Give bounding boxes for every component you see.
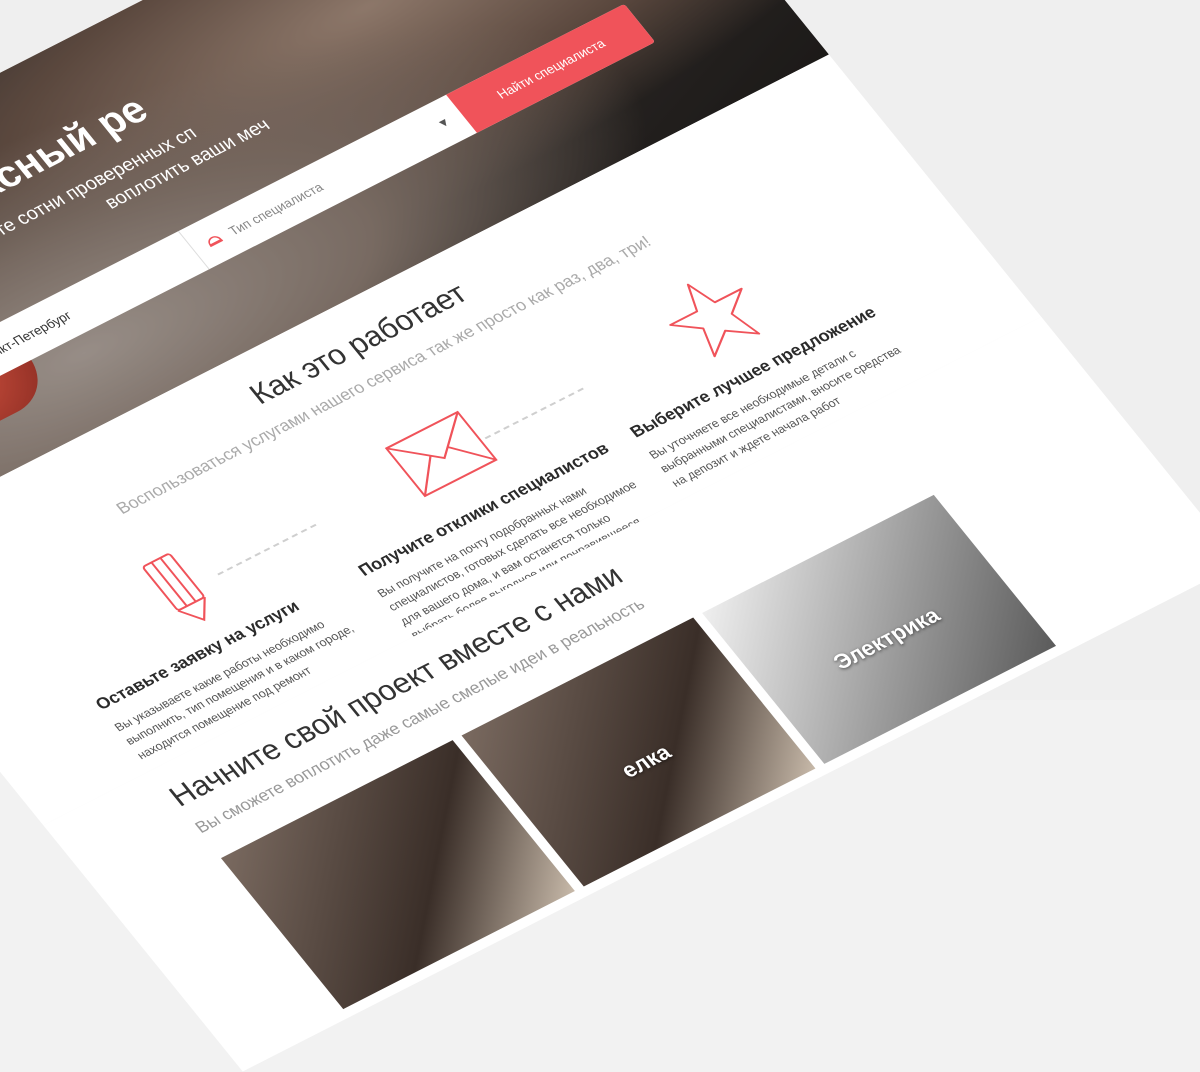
service-card-label: елка xyxy=(615,739,676,783)
service-card-label: Электрика xyxy=(828,602,945,675)
chevron-down-icon: ▼ xyxy=(433,114,454,132)
specialist-type-placeholder: Тип специалиста xyxy=(225,179,326,238)
helmet-icon xyxy=(201,230,226,251)
service-card-label xyxy=(298,835,530,953)
find-specialist-button[interactable]: Найти специалиста xyxy=(446,3,656,133)
city-value: Санкт-Петербург xyxy=(0,307,75,366)
